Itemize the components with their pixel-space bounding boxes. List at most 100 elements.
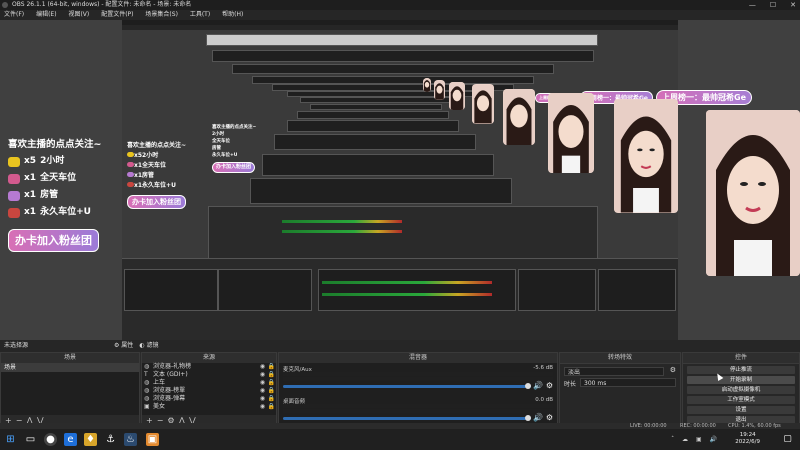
inner-meter <box>322 281 492 284</box>
gear-icon[interactable]: ⚙ <box>546 381 553 390</box>
lock-icon[interactable]: 🔒 <box>267 379 276 387</box>
gift-count: x5 <box>24 156 37 166</box>
menu-scene-collection[interactable]: 场景集合(S) <box>145 11 178 18</box>
gift-text: 2小时 <box>40 156 65 166</box>
stop-streaming-button[interactable]: 停止推流 <box>687 366 795 374</box>
inner-capture-10 <box>287 120 459 132</box>
properties-button[interactable]: ⚙ 属性 <box>114 340 133 352</box>
transition-settings-gear-icon[interactable]: ⚙ <box>670 366 676 374</box>
speaker-icon[interactable]: 🔊 <box>533 413 543 422</box>
task-view-icon[interactable]: ▭ <box>24 433 37 446</box>
gift-text: 2小时 <box>212 132 225 137</box>
minimize-button[interactable]: — <box>749 0 756 10</box>
gift-icon <box>127 182 134 187</box>
visibility-eye-icon[interactable]: ◉ <box>258 363 267 371</box>
source-item[interactable]: ◍ 浏览器-弹幕 ◉ 🔒 <box>142 395 276 403</box>
globe-icon: ◍ <box>144 379 150 386</box>
lock-icon[interactable]: 🔒 <box>267 371 276 379</box>
gift-icon <box>8 173 20 184</box>
globe-icon: ◍ <box>144 363 150 370</box>
visibility-eye-icon[interactable]: ◉ <box>258 395 267 403</box>
channel-db: 0.0 dB <box>535 397 553 403</box>
webcam-image <box>449 82 465 110</box>
menu-view[interactable]: 视图(V) <box>68 11 89 18</box>
lock-icon[interactable]: 🔒 <box>267 363 276 371</box>
inner-meter <box>322 293 492 296</box>
filters-button[interactable]: ◐ 滤镜 <box>139 340 158 352</box>
scene-item[interactable]: 场景 <box>1 363 139 372</box>
steam-taskbar-icon[interactable]: ♨ <box>124 433 137 446</box>
clock-date: 2022/6/9 <box>735 439 760 445</box>
source-name: 浏览器-弹幕 <box>153 395 186 402</box>
preview-canvas[interactable]: 喜欢主播的点点关注~ 2小时 全天车位 房管 永久车位+U 办卡加入粉丝团 喜欢… <box>0 20 800 340</box>
lock-icon[interactable]: 🔒 <box>267 387 276 395</box>
gear-icon[interactable]: ⚙ <box>546 413 553 422</box>
source-item[interactable]: ◍ 浏览器-榜單 ◉ 🔒 <box>142 387 276 395</box>
menu-help[interactable]: 帮助(H) <box>222 11 243 18</box>
join-fanclub-badge: 办卡加入粉丝团 <box>212 162 256 173</box>
inner-transitions <box>518 269 596 311</box>
overlay-gift-list-small: 喜欢主播的点点关注~ 2小时 全天车位 房管 永久车位+U 办卡加入粉丝团 <box>212 124 272 173</box>
inner-capture-13 <box>250 178 512 204</box>
gift-icon <box>127 162 134 167</box>
visibility-eye-icon[interactable]: ◉ <box>258 379 267 387</box>
filters-label: 滤镜 <box>146 342 159 349</box>
close-button[interactable]: ✕ <box>790 0 796 10</box>
no-source-selected-label: 未选择源 <box>4 342 29 349</box>
speaker-icon[interactable]: 🔊 <box>533 381 543 390</box>
source-name: 美女 <box>153 403 166 410</box>
menu-file[interactable]: 文件(F) <box>4 11 24 18</box>
system-tray[interactable]: ˆ ☁ ▣ 🔊 <box>671 436 720 443</box>
source-name: 上车 <box>153 379 166 386</box>
gift-count: x1 <box>134 182 143 189</box>
source-item[interactable]: ◍ 上车 ◉ 🔒 <box>142 379 276 387</box>
start-virtual-camera-button[interactable]: 启动虚拟摄像机 <box>687 386 795 394</box>
visibility-eye-icon[interactable]: ◉ <box>258 387 267 395</box>
app2-taskbar-icon[interactable]: ▣ <box>146 433 159 446</box>
visibility-eye-icon[interactable]: ◉ <box>258 371 267 379</box>
volume-slider-handle[interactable] <box>525 383 531 389</box>
webcam-image <box>472 84 494 124</box>
windows-start-icon[interactable]: ⊞ <box>4 433 17 446</box>
edge-taskbar-icon[interactable]: e <box>64 433 77 446</box>
volume-slider[interactable] <box>283 385 531 388</box>
duration-input[interactable]: 300 ms <box>580 378 676 387</box>
visibility-eye-icon[interactable]: ◉ <box>258 403 267 411</box>
gift-text: 全天车位 <box>40 173 77 183</box>
menu-bar: 文件(F) 编辑(E) 视图(V) 配置文件(P) 场景集合(S) 工具(T) … <box>0 10 800 20</box>
studio-mode-button[interactable]: 工作室模式 <box>687 396 795 404</box>
inner-capture-2 <box>212 50 594 62</box>
duration-label: 时长 <box>564 381 577 388</box>
app-taskbar-icon[interactable]: ♦ <box>84 433 97 446</box>
gift-icon <box>8 207 20 218</box>
lock-icon[interactable]: 🔒 <box>267 403 276 411</box>
source-item[interactable]: T 文本 (GDI+) ◉ 🔒 <box>142 371 276 379</box>
taskbar-clock[interactable]: 19:24 2022/6/9 <box>735 432 760 446</box>
lock-icon[interactable]: 🔒 <box>267 395 276 403</box>
start-recording-button[interactable]: 开始录制 <box>687 376 795 384</box>
inner-capture-11 <box>274 134 476 150</box>
transitions-header: 转场特效 <box>560 353 680 364</box>
inner-capture-14 <box>208 206 598 260</box>
transitions-dock: 转场特效 淡出 ⚙ 时长 300 ms <box>559 352 681 428</box>
inner-mixer <box>318 269 516 311</box>
gift-text: 房管 <box>142 172 155 179</box>
maximize-button[interactable]: ☐ <box>770 0 776 10</box>
source-item[interactable]: ◍ 浏览器-礼物榜 ◉ 🔒 <box>142 363 276 371</box>
menu-edit[interactable]: 编辑(E) <box>36 11 56 18</box>
volume-slider-handle[interactable] <box>525 415 531 421</box>
transition-select[interactable]: 淡出 <box>564 367 664 376</box>
inner-controls <box>598 269 676 311</box>
gift-text: 全天车位 <box>212 139 230 144</box>
menu-profile[interactable]: 配置文件(P) <box>101 11 133 18</box>
mixer-channel-mic: 麦克风/Aux -5.6 dB 🔊 ⚙ <box>283 365 553 393</box>
volume-slider[interactable] <box>283 417 531 420</box>
menu-tools[interactable]: 工具(T) <box>190 11 210 18</box>
overlay-title: 喜欢主播的点点关注~ <box>212 125 257 130</box>
settings-button[interactable]: 设置 <box>687 406 795 414</box>
anchor-taskbar-icon[interactable]: ⚓ <box>104 433 117 446</box>
obs-taskbar-icon[interactable]: ● <box>44 433 57 446</box>
source-item[interactable]: ▣ 美女 ◉ 🔒 <box>142 403 276 411</box>
notification-icon[interactable]: ▢ <box>781 433 794 446</box>
gift-count: x1 <box>24 190 37 200</box>
